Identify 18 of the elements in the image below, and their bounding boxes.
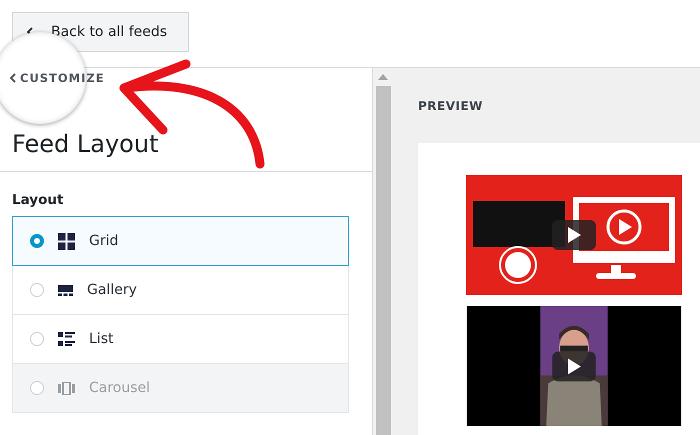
customize-link[interactable]: CUSTOMIZE xyxy=(10,71,105,85)
radio-button[interactable] xyxy=(30,332,44,346)
list-icon xyxy=(58,332,75,346)
grid-icon xyxy=(58,232,75,250)
section-label: Layout xyxy=(12,192,64,208)
radio-button[interactable] xyxy=(30,283,44,297)
chevron-left-icon xyxy=(10,73,16,83)
scroll-up-icon xyxy=(378,74,388,80)
layout-option[interactable]: Gallery xyxy=(12,265,349,315)
layout-option[interactable]: Grid xyxy=(12,216,349,266)
layout-option[interactable]: List xyxy=(12,314,349,364)
scrollbar[interactable] xyxy=(373,68,393,435)
preview-label: PREVIEW xyxy=(418,98,484,114)
scrollbar-thumb[interactable] xyxy=(376,86,390,435)
carousel-icon xyxy=(58,382,75,394)
gallery-icon xyxy=(58,284,73,296)
panel-title: Feed Layout xyxy=(12,129,158,159)
radio-button[interactable] xyxy=(30,234,44,248)
